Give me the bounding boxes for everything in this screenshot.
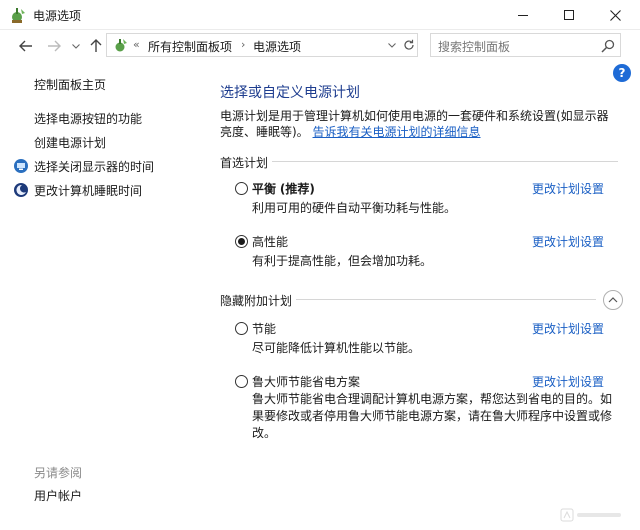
breadcrumb-power-options[interactable]: 电源选项 [253,38,301,55]
refresh-icon [404,39,414,50]
sidebar-item-power-button-function[interactable]: 选择电源按钮的功能 [34,110,142,127]
forward-arrow-icon [48,40,61,52]
up-arrow-icon [90,39,102,52]
page-title: 选择或自定义电源计划 [220,85,360,101]
sidebar-item-display-off-time[interactable]: 选择关闭显示器的时间 [34,158,154,175]
watermark-logo [560,508,621,522]
moon-icon [14,183,28,197]
breadcrumb-all-control-panel-items[interactable]: 所有控制面板项 [148,38,232,55]
plan-desc-high-performance: 有利于提高性能，但会增加功耗。 [252,254,433,268]
power-options-icon [12,8,25,23]
change-plan-settings-balanced[interactable]: 更改计划设置 [532,180,604,197]
sidebar-item-sleep-time[interactable]: 更改计算机睡眠时间 [34,182,142,199]
plan-radio-balanced[interactable] [235,182,248,195]
breadcrumb-overflow[interactable]: « [133,38,140,51]
address-bar[interactable]: « 所有控制面板项 › 电源选项 [106,33,418,57]
plan-desc-ludashi: 鲁大师节能省电合理调配计算机电源方案，帮您达到省电的目的。如果要修改或者停用鲁大… [252,392,613,440]
close-icon [609,9,621,21]
monitor-icon [14,159,28,173]
hidden-plans-label[interactable]: 隐藏附加计划 [220,292,292,309]
window-title: 电源选项 [33,9,82,23]
plan-radio-high-performance[interactable] [235,235,248,248]
hidden-plans-divider [296,299,596,300]
maximize-button[interactable] [546,0,592,30]
control-panel-icon [115,39,127,52]
help-button[interactable]: ? [613,64,631,82]
change-plan-settings-ludashi[interactable]: 更改计划设置 [532,373,604,390]
power-plan-info-link[interactable]: 告诉我有关电源计划的详细信息 [313,125,481,139]
plan-desc-power-saver: 尽可能降低计算机性能以节能。 [252,341,421,355]
plan-radio-power-saver[interactable] [235,322,248,335]
change-plan-settings-high-performance[interactable]: 更改计划设置 [532,233,604,250]
maximize-icon [564,10,574,20]
refresh-button[interactable] [401,35,417,55]
plan-desc-balanced: 利用可用的硬件自动平衡功耗与性能。 [252,201,457,215]
minimize-icon [518,14,528,16]
sidebar-control-panel-home[interactable]: 控制面板主页 [34,76,106,93]
back-arrow-icon [19,40,32,52]
recent-locations-button[interactable] [66,36,86,56]
preferred-plans-label: 首选计划 [220,156,269,170]
search-icon[interactable] [600,38,616,54]
back-button[interactable] [16,36,36,56]
plan-name-balanced[interactable]: 平衡 (推荐) [252,180,315,197]
chevron-down-icon [388,42,396,48]
navigation-bar: « 所有控制面板项 › 电源选项 搜索控制面板 [0,30,640,62]
search-box[interactable]: 搜索控制面板 [430,33,621,57]
plan-name-high-performance[interactable]: 高性能 [252,233,288,250]
preferred-plans-divider [272,161,618,162]
plan-name-ludashi[interactable]: 鲁大师节能省电方案 [252,373,360,390]
minimize-button[interactable] [500,0,546,30]
title-bar: 电源选项 [0,0,640,30]
up-button[interactable] [86,36,106,56]
collapse-hidden-plans-button[interactable] [603,290,623,310]
page-description: 电源计划是用于管理计算机如何使用电源的一套硬件和系统设置(如显示器亮度、睡眠等)… [220,108,612,140]
chevron-up-icon [608,297,618,303]
address-dropdown-button[interactable] [385,36,399,54]
plan-radio-ludashi[interactable] [235,375,248,388]
search-placeholder[interactable]: 搜索控制面板 [438,38,510,55]
chevron-down-icon [72,43,80,49]
close-button[interactable] [592,0,638,30]
see-also-heading: 另请参阅 [34,466,83,480]
sidebar-item-user-accounts[interactable]: 用户帐户 [34,487,82,504]
change-plan-settings-power-saver[interactable]: 更改计划设置 [532,320,604,337]
plan-name-power-saver[interactable]: 节能 [252,320,276,337]
forward-button[interactable] [44,36,64,56]
breadcrumb-separator[interactable]: › [241,38,245,51]
sidebar-item-create-power-plan[interactable]: 创建电源计划 [34,134,106,151]
